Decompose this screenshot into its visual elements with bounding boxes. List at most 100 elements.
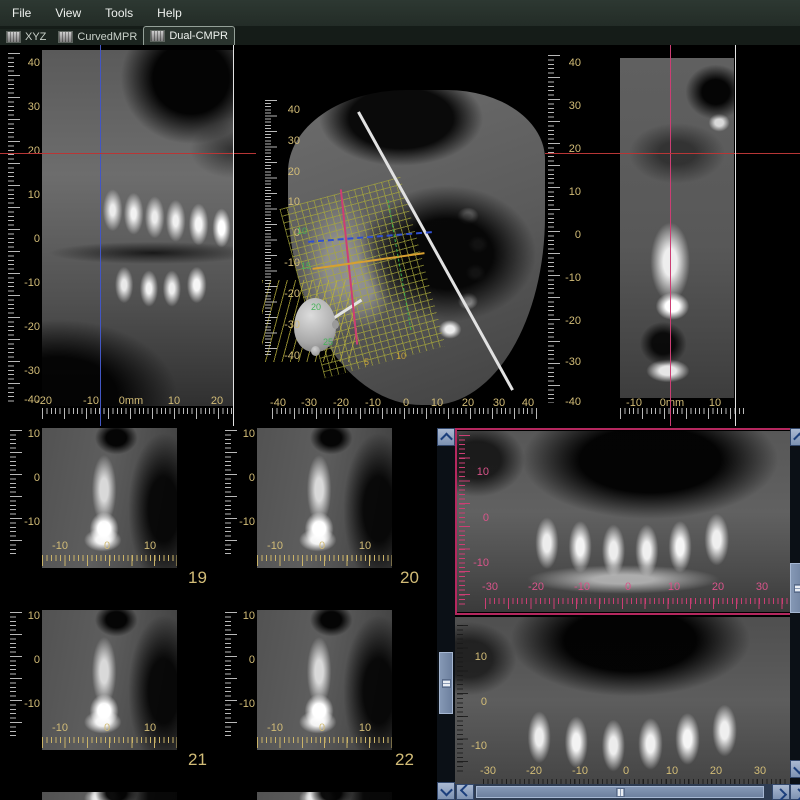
pano-scroll-up-button[interactable] <box>790 428 800 446</box>
chevron-up-icon <box>793 432 800 445</box>
curvedmpr-view-icon <box>58 31 73 43</box>
slice-number-21: 21 <box>188 750 207 770</box>
menu-tools[interactable]: Tools <box>93 0 145 26</box>
ruler-label: 30 <box>569 100 581 112</box>
thumb-grip-icon <box>794 584 800 593</box>
ruler-label: 10 <box>359 722 371 734</box>
chevron-right-icon <box>792 788 800 800</box>
slice-number-20: 20 <box>400 568 419 588</box>
slice-22-horizontal-labels: -10010 <box>257 722 392 734</box>
thumb-grip-icon <box>616 788 625 797</box>
tab-xyz[interactable]: XYZ <box>0 29 52 45</box>
ruler-label: -10 <box>239 516 255 528</box>
slice-list-scroll-up-button[interactable] <box>437 428 455 446</box>
slice-panel-21[interactable]: 100-10 -10010 21 <box>0 610 214 792</box>
dental-cbct-application: File View Tools Help XYZ CurvedMPR Dual-… <box>0 0 800 800</box>
slice-partial-next-row-right <box>257 792 392 800</box>
ruler-label: 10 <box>144 722 156 734</box>
ruler-label: 10 <box>243 428 255 440</box>
chevron-down-icon <box>440 783 453 796</box>
ruler-label: 0 <box>623 765 629 777</box>
ruler-label: 10 <box>569 186 581 198</box>
slice-panel-20[interactable]: 100-10 -10010 20 <box>215 428 437 610</box>
pano-top-horizontal-labels: -30-20-100102030 <box>457 581 790 593</box>
ruler-label: 10 <box>396 351 406 361</box>
ruler-label: -10 <box>267 540 283 552</box>
pano-bottom-panel[interactable]: 100-10 -30-20-100102030 <box>455 617 792 784</box>
ruler-label: -10 <box>52 722 68 734</box>
ruler-label: 0 <box>104 722 110 734</box>
ruler-label: 0 <box>575 229 581 241</box>
slice-22-horizontal-ruler <box>257 737 392 748</box>
ruler-label: 40 <box>569 57 581 69</box>
ruler-label: 10 <box>28 428 40 440</box>
ruler-label: -20 <box>528 581 544 593</box>
pano-top-horizontal-ruler <box>485 598 789 610</box>
menu-view[interactable]: View <box>43 0 93 26</box>
ruler-label: 10 <box>144 540 156 552</box>
view-tab-bar: XYZ CurvedMPR Dual-CMPR <box>0 26 800 45</box>
ruler-label: 0 <box>483 512 489 524</box>
ruler-label: 10 <box>168 395 180 407</box>
chevron-down-icon <box>793 761 800 774</box>
xyz-view-icon <box>6 31 21 43</box>
cross-red-crosshair-horizontal[interactable] <box>545 153 800 154</box>
cross-magenta-crosshair-vertical[interactable] <box>670 45 671 426</box>
tab-curvedmpr[interactable]: CurvedMPR <box>52 29 143 45</box>
chevron-right-icon <box>774 788 787 800</box>
slice-19-horizontal-ruler <box>42 555 177 566</box>
coronal-white-boundary-line[interactable] <box>233 45 234 426</box>
chevron-left-icon <box>459 784 472 797</box>
pano-scroll-down-button[interactable] <box>790 760 800 778</box>
slice-20-horizontal-ruler <box>257 555 392 566</box>
tab-label: Dual-CMPR <box>169 30 228 42</box>
coronal-panel[interactable]: 403020100-10-20-30-40 -20-100mm1020 <box>0 45 256 426</box>
coronal-xray-image[interactable] <box>42 50 233 406</box>
slice-19-vertical-labels: 100-10 <box>20 428 40 568</box>
ruler-label: -10 <box>24 277 40 289</box>
pano-scroll-right-button[interactable] <box>772 784 790 800</box>
pano-bottom-xray-image[interactable] <box>455 617 792 784</box>
ruler-label: 0 <box>625 581 631 593</box>
pano-hscrollbar-thumb[interactable] <box>476 786 764 798</box>
pano-bottom-vertical-labels: 100-10 <box>465 617 487 784</box>
ruler-label: 0 <box>249 654 255 666</box>
slice-partial-next-row-left <box>42 792 177 800</box>
ruler-label: 30 <box>28 101 40 113</box>
slice-19-horizontal-labels: -10010 <box>42 540 177 552</box>
slice-panel-22[interactable]: 100-10 -10010 22 <box>215 610 437 792</box>
slice-panel-19[interactable]: 100-10 -10010 19 <box>0 428 214 610</box>
axial-panel[interactable]: 403020100-10-20-30-40 -40-30-20-10010203… <box>262 45 545 426</box>
pano-scroll-left-button[interactable] <box>456 784 474 800</box>
tab-dual-cmpr[interactable]: Dual-CMPR <box>143 26 235 45</box>
pano-scrollbar-thumb[interactable] <box>790 563 800 613</box>
ruler-label: 0mm <box>119 395 143 407</box>
cross-section-xray-image[interactable] <box>620 58 734 398</box>
tab-label: XYZ <box>25 31 46 43</box>
thumb-grip-icon <box>442 679 451 688</box>
ruler-label: 30 <box>754 765 766 777</box>
slice-list-scrollbar-thumb[interactable] <box>439 652 453 714</box>
slice-20-horizontal-labels: -10010 <box>257 540 392 552</box>
cross-section-panel[interactable]: 403020100-10-20-30-40 -100mm10 <box>545 45 800 426</box>
ruler-label: 10 <box>666 765 678 777</box>
ruler-label: -30 <box>565 356 581 368</box>
ruler-label: -20 <box>565 315 581 327</box>
ruler-label: 10 <box>477 466 489 478</box>
ruler-label: 10 <box>475 651 487 663</box>
pano-top-panel[interactable]: 100-10 -30-20-100102030 <box>455 428 792 615</box>
slice-list-scroll-down-button[interactable] <box>437 782 455 800</box>
ruler-label: -10 <box>574 581 590 593</box>
slice-list-scrollbar-track[interactable] <box>437 428 455 800</box>
menu-bar: File View Tools Help <box>0 0 800 26</box>
cross-horizontal-ruler <box>620 408 745 420</box>
slice-22-vertical-labels: 100-10 <box>235 610 255 750</box>
pano-corner-right-button[interactable] <box>790 784 800 800</box>
menu-file[interactable]: File <box>0 0 43 26</box>
menu-help[interactable]: Help <box>145 0 194 26</box>
coronal-red-crosshair-horizontal[interactable] <box>0 153 256 154</box>
slice-number-19: 19 <box>188 568 207 588</box>
cross-white-boundary-line[interactable] <box>735 45 736 426</box>
coronal-horizontal-ruler-labels: -20-100mm1020 <box>0 395 256 407</box>
coronal-blue-crosshair-vertical[interactable] <box>100 45 101 426</box>
